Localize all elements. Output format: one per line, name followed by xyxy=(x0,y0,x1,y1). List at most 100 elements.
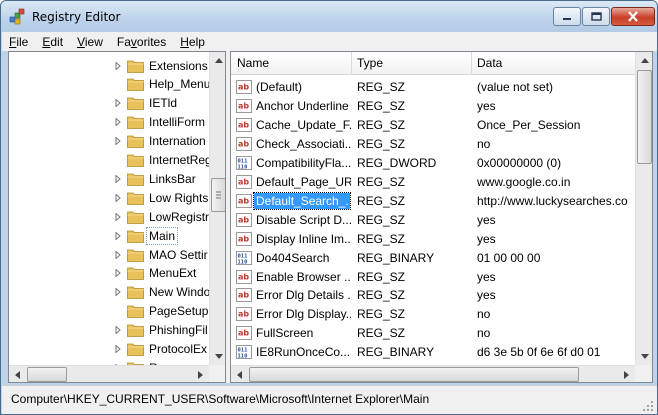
table-row[interactable]: ab Check_Associati... REG_SZ no xyxy=(231,135,635,154)
tree-scroll-left-button[interactable] xyxy=(9,366,26,382)
expand-arrow-icon[interactable] xyxy=(114,137,122,146)
table-row[interactable]: ab Disable Script D... REG_SZ yes xyxy=(231,211,635,230)
tree-item[interactable]: IntelliForm xyxy=(9,113,209,132)
list-scroll-right-button[interactable] xyxy=(618,366,635,382)
value-name: IE8RunOnceCo... xyxy=(256,345,351,360)
expand-arrow-icon[interactable] xyxy=(114,118,122,127)
table-row[interactable]: 011 110 IE8RunOnceCo... REG_BINARY d6 3e 5b … xyxy=(231,343,635,362)
resize-grip-icon[interactable] xyxy=(642,400,654,412)
value-data: yes xyxy=(477,212,496,227)
expand-arrow-icon[interactable] xyxy=(114,250,122,259)
value-type: REG_SZ xyxy=(357,288,406,303)
expand-arrow-icon[interactable] xyxy=(114,193,122,202)
table-row[interactable]: ab Anchor Underline REG_SZ yes xyxy=(231,97,635,116)
menu-view[interactable]: View xyxy=(70,35,110,49)
table-row[interactable]: ab Default_Search_... REG_SZ http://www.luc… xyxy=(231,191,635,211)
table-row[interactable]: ab Enable Browser ... REG_SZ yes xyxy=(231,268,635,287)
list-scroll-thumb[interactable] xyxy=(637,70,652,164)
tree-item[interactable]: MenuExt xyxy=(9,264,209,283)
expand-arrow-icon[interactable] xyxy=(114,212,122,221)
key-tree-pane[interactable]: Extensions Help_Menu IETld IntelliForm Inter… xyxy=(8,51,226,383)
tree-item[interactable]: Main xyxy=(9,226,209,245)
tree-item[interactable]: Help_Menu xyxy=(9,75,211,94)
menu-favorites-label-start: Fa xyxy=(116,34,131,49)
string-value-icon: ab xyxy=(236,212,252,227)
table-row[interactable]: ab Error Dlg Details ... REG_SZ yes xyxy=(231,286,635,305)
tree-item[interactable]: PhishingFil xyxy=(9,321,209,340)
list-horizontal-scrollbar[interactable] xyxy=(231,365,635,382)
tree-item[interactable]: New Windo xyxy=(9,283,210,302)
tree-item[interactable]: PageSetup xyxy=(9,302,209,321)
list-vertical-scrollbar[interactable] xyxy=(635,52,652,365)
tree-item[interactable]: ProtocolEx xyxy=(9,340,209,359)
tree-item[interactable]: LinksBar xyxy=(9,169,209,188)
tree-item-label: Extensions xyxy=(149,58,208,73)
expand-arrow-icon[interactable] xyxy=(114,288,122,297)
string-value-icon: ab xyxy=(236,193,252,208)
table-row[interactable]: ab Error Dlg Display... REG_SZ no xyxy=(231,305,635,324)
column-header-name[interactable]: Name xyxy=(237,56,269,70)
svg-text:ab: ab xyxy=(238,139,249,148)
close-button[interactable] xyxy=(611,7,655,26)
expand-arrow-icon[interactable] xyxy=(114,326,122,335)
value-type: REG_SZ xyxy=(357,212,406,227)
tree-item-label: MenuExt xyxy=(149,266,197,281)
table-row[interactable]: 011 110 Do404Search REG_BINARY 01 00 00 00 xyxy=(231,249,635,268)
minimize-button[interactable] xyxy=(553,7,581,26)
column-header-data[interactable]: Data xyxy=(477,56,502,70)
tree-item[interactable]: Low Rights xyxy=(9,188,209,207)
list-scroll-up-button[interactable] xyxy=(636,52,652,69)
column-header-type[interactable]: Type xyxy=(357,56,383,70)
expand-arrow-icon[interactable] xyxy=(114,174,122,183)
menu-edit[interactable]: Edit xyxy=(35,35,70,49)
table-row[interactable]: ab Default_Page_URL REG_SZ www.google.co.in xyxy=(231,173,635,192)
value-data: 0x00000000 (0) xyxy=(477,155,562,170)
menu-help[interactable]: Help xyxy=(173,35,212,49)
table-row[interactable]: ab FullScreen REG_SZ no xyxy=(231,324,635,343)
table-row[interactable]: ab (Default) REG_SZ (value not set) xyxy=(231,78,635,97)
table-row[interactable]: 011 110 CompatibilityFla... REG_DWORD 0x0000… xyxy=(231,154,635,173)
tree-item[interactable]: Extensions xyxy=(9,56,209,75)
value-type: REG_BINARY xyxy=(357,250,435,265)
column-separator[interactable] xyxy=(351,52,352,75)
value-name: Disable Script D... xyxy=(256,212,351,227)
folder-icon xyxy=(127,267,144,281)
list-hscroll-thumb[interactable] xyxy=(249,367,579,382)
expand-arrow-icon[interactable] xyxy=(114,345,122,353)
tree-scroll-right-button[interactable] xyxy=(192,366,209,382)
expand-arrow-icon[interactable] xyxy=(114,231,122,240)
value-list-pane[interactable]: Name Type Data ab (Default) REG_SZ (value n… xyxy=(230,51,653,383)
status-key-path: Computer\HKEY_CURRENT_USER\Software\Micr… xyxy=(11,392,430,406)
tree-item[interactable]: Internation xyxy=(9,132,209,151)
tree-scroll-thumb[interactable] xyxy=(211,178,225,212)
value-type: REG_SZ xyxy=(357,193,406,208)
tree-item[interactable]: IETld xyxy=(9,94,209,113)
tree-item[interactable]: InternetReg xyxy=(9,151,212,170)
svg-text:110: 110 xyxy=(238,164,248,170)
table-row[interactable]: ab Display Inline Im... REG_SZ yes xyxy=(231,230,635,249)
tree-item-label: PhishingFil xyxy=(149,323,208,338)
list-scroll-left-button[interactable] xyxy=(231,366,248,382)
expand-arrow-icon[interactable] xyxy=(114,269,122,278)
tree-vertical-scrollbar[interactable] xyxy=(209,52,225,365)
tree-item[interactable]: LowRegistr xyxy=(9,207,209,226)
table-row[interactable]: ab Cache_Update_F... REG_SZ Once_Per_Sessio… xyxy=(231,116,635,135)
expand-arrow-icon[interactable] xyxy=(114,99,122,108)
tree-item[interactable]: MAO Settir xyxy=(9,245,209,264)
menu-favorites[interactable]: Favorites xyxy=(110,35,173,49)
value-type: REG_SZ xyxy=(357,307,406,322)
folder-icon xyxy=(127,192,144,205)
column-separator[interactable] xyxy=(471,52,472,75)
tree-scroll-up-button[interactable] xyxy=(210,52,225,69)
tree-horizontal-scrollbar[interactable] xyxy=(9,365,209,382)
folder-icon xyxy=(127,154,144,167)
tree-hscroll-thumb[interactable] xyxy=(27,367,67,382)
menu-file[interactable]: File xyxy=(2,35,35,49)
folder-icon xyxy=(127,324,144,337)
tree-scroll-down-button[interactable] xyxy=(210,348,225,365)
tree-item-label: Help_Menu xyxy=(149,77,211,92)
title-bar[interactable]: Registry Editor xyxy=(1,1,657,32)
list-scroll-down-button[interactable] xyxy=(636,348,652,365)
expand-arrow-icon[interactable] xyxy=(114,61,122,70)
maximize-button[interactable] xyxy=(582,7,610,26)
